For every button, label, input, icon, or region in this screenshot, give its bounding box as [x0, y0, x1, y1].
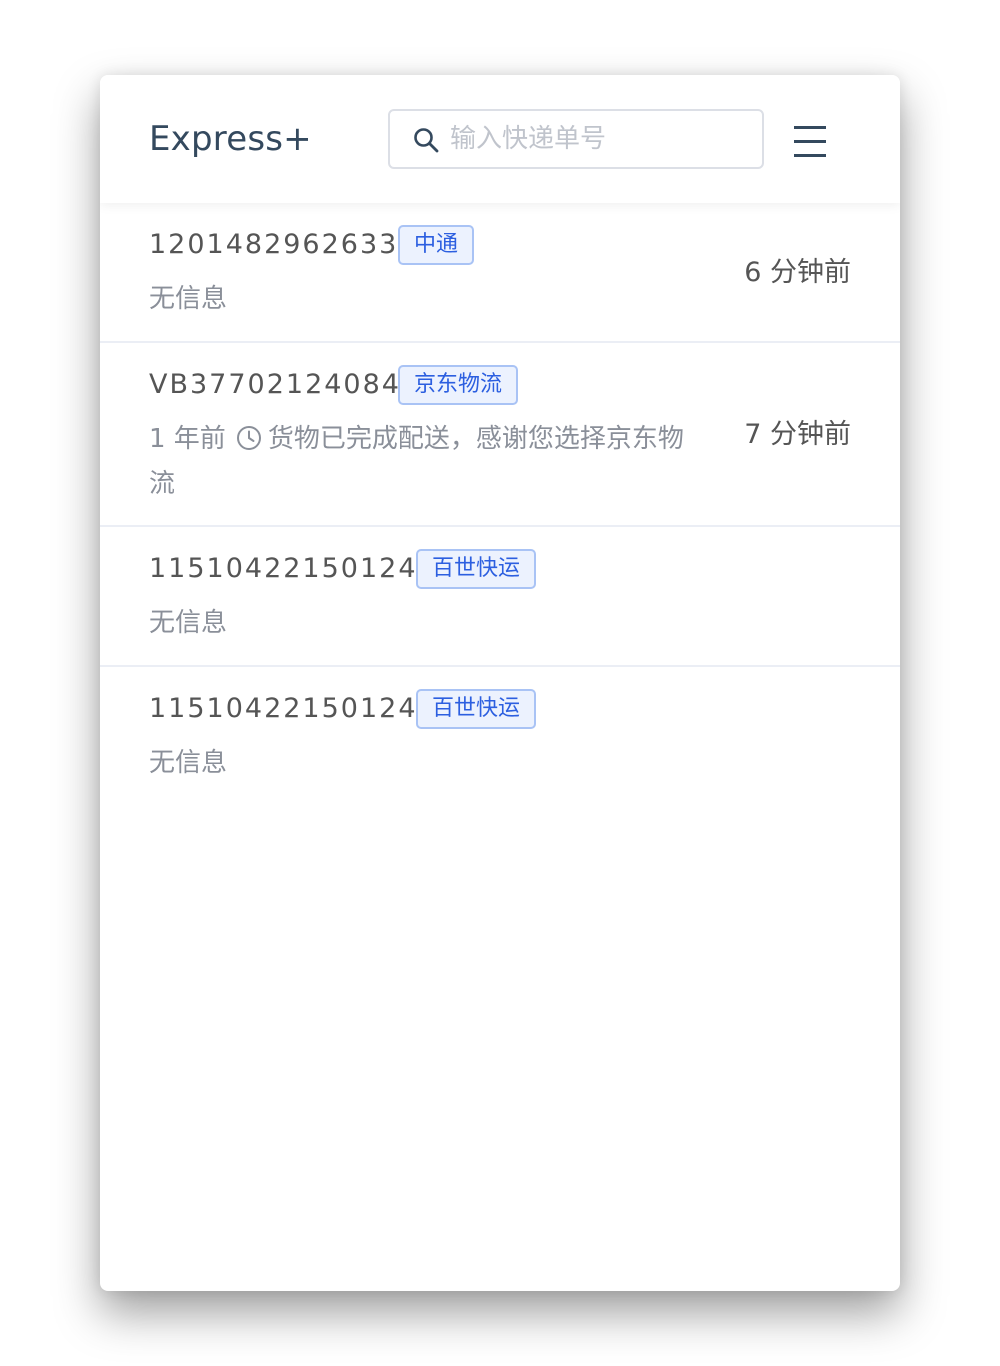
list-item[interactable]: VB37702124084 京东物流 1 年前 货物已完成配送，感谢您选择京东物…	[100, 343, 900, 527]
list-item[interactable]: 11510422150124 百世快运 无信息	[100, 527, 900, 667]
tracking-number: VB37702124084	[149, 369, 401, 400]
list-item[interactable]: 11510422150124 百世快运 无信息	[100, 667, 900, 807]
hamburger-menu-icon	[794, 126, 826, 157]
tracking-number: 11510422150124	[149, 693, 418, 724]
info-age: 1 年前	[149, 424, 226, 454]
tracking-info: 无信息	[149, 608, 228, 638]
tracking-number: 1201482962633	[149, 229, 399, 260]
clock-icon	[236, 426, 261, 450]
brand-title: Express+	[149, 119, 312, 159]
tracking-info: 无信息	[149, 748, 228, 778]
app-header: Express+	[100, 75, 900, 203]
tracking-number: 11510422150124	[149, 553, 418, 584]
search-input[interactable]	[450, 111, 750, 167]
tracking-info: 1 年前 货物已完成配送，感谢您选择京东物	[149, 417, 684, 462]
carrier-tag: 中通	[398, 225, 475, 265]
menu-button[interactable]	[790, 121, 830, 161]
updated-time: 6 分钟前	[744, 257, 851, 288]
info-message-wrap: 流	[149, 469, 176, 499]
list-item[interactable]: 1201482962633 中通 无信息 6 分钟前	[100, 203, 900, 343]
tracking-info: 无信息	[149, 284, 228, 314]
search-box[interactable]	[388, 109, 764, 169]
info-message: 货物已完成配送，感谢您选择京东物	[267, 424, 684, 454]
carrier-tag: 京东物流	[398, 365, 519, 405]
updated-time: 7 分钟前	[744, 419, 851, 450]
carrier-tag: 百世快运	[416, 549, 537, 589]
search-icon	[414, 128, 439, 153]
tracking-list: 1201482962633 中通 无信息 6 分钟前 VB37702124084…	[100, 203, 900, 807]
app-window: Express+ 1201482962633 中通 无信息 6 分钟前	[100, 75, 900, 1291]
carrier-tag: 百世快运	[416, 689, 537, 729]
